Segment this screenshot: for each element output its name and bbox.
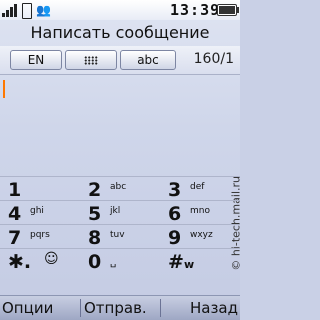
key-2[interactable]: 2 abc xyxy=(80,177,160,201)
key-5[interactable]: 5 jkl xyxy=(80,201,160,225)
key-8[interactable]: 8 tuv xyxy=(80,225,160,249)
key-4[interactable]: 4 ghi xyxy=(0,201,80,225)
keypad-icon xyxy=(84,56,98,65)
message-text-area[interactable] xyxy=(0,75,240,175)
status-bar: 👥 13:39 xyxy=(0,0,240,20)
text-mode-button[interactable]: abc xyxy=(120,50,176,70)
smiley-icon: ☺ xyxy=(44,251,59,267)
battery-icon xyxy=(217,4,239,16)
key-hash[interactable]: # w xyxy=(160,249,240,273)
space-icon: ␣ xyxy=(110,257,117,268)
key-0[interactable]: 0 ␣ xyxy=(80,249,160,273)
key-7[interactable]: 7 pqrs xyxy=(0,225,80,249)
key-9[interactable]: 9 wxyz xyxy=(160,225,240,249)
sim-card-icon xyxy=(22,3,32,19)
signal-strength-icon xyxy=(2,3,20,17)
key-1[interactable]: 1 xyxy=(0,177,80,201)
page-title: Написать сообщение xyxy=(30,23,210,42)
contacts-icon: 👥 xyxy=(36,3,51,17)
language-button[interactable]: EN xyxy=(10,50,62,70)
back-softkey[interactable]: Назад xyxy=(190,296,238,320)
character-counter: 160/1 xyxy=(193,51,234,67)
sms-compose-screen: 👥 13:39 Написать сообщение EN abc 160/1 … xyxy=(0,0,240,320)
softkey-divider xyxy=(80,299,81,317)
key-6[interactable]: 6 mno xyxy=(160,201,240,225)
on-screen-keypad: 1 2 abc 3 def 4 ghi 5 jkl 6 mno 7 pqrs 8 tuv 9w… xyxy=(0,176,240,296)
keypad-mode-button[interactable] xyxy=(65,50,117,70)
send-softkey[interactable]: Отправ. xyxy=(84,296,147,320)
softkey-bar: Опции Отправ. Назад xyxy=(0,295,240,320)
softkey-divider xyxy=(160,299,161,317)
key-star[interactable]: ✱. ☺ xyxy=(0,249,80,273)
text-cursor xyxy=(3,80,5,98)
options-softkey[interactable]: Опции xyxy=(2,296,53,320)
input-mode-bar: EN abc 160/1 xyxy=(0,46,240,75)
status-time: 13:39 xyxy=(170,1,221,19)
key-3[interactable]: 3 def xyxy=(160,177,240,201)
